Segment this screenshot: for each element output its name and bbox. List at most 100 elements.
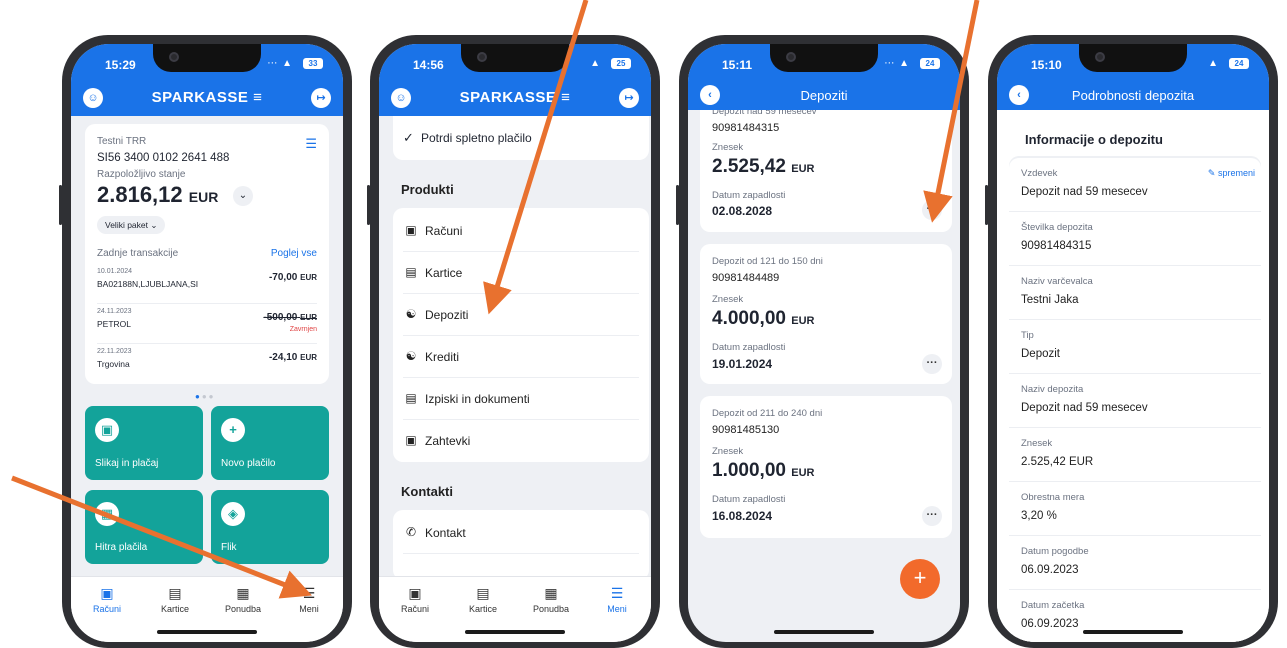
loan-icon: ☯ — [405, 349, 417, 363]
money-bag-icon: ☯ — [405, 307, 417, 321]
grid-icon: ▦ — [544, 585, 558, 601]
plus-icon: + — [221, 418, 245, 442]
transaction-row[interactable]: 10.01.2024 BA02188N,LJUBLJANA,SI -70,00 … — [97, 268, 317, 304]
scan-pay-tile[interactable]: ▣ Slikaj in plačaj — [85, 406, 203, 480]
detail-interest-rate: Obrestna mera 3,20 % — [1009, 482, 1261, 536]
battery-icon: 24 — [920, 58, 940, 69]
deposit-card[interactable]: Depozit od 121 do 150 dni 90981484489 Zn… — [700, 244, 952, 384]
transaction-row[interactable]: 24.11.2023 PETROL -500,00 EUR Zavrnjen — [97, 308, 317, 344]
status-time: 15:11 — [722, 58, 753, 72]
page-indicator: ●●● — [195, 392, 216, 401]
tab-offers[interactable]: ▦ Ponudba — [215, 585, 271, 614]
logout-icon[interactable]: ↦ — [619, 88, 639, 108]
tab-accounts[interactable]: ▣ Računi — [387, 585, 443, 614]
menu-item-statements[interactable]: ▤ Izpiski in dokumenti — [403, 378, 639, 420]
menu-item-requests[interactable]: ▣ Zahtevki — [403, 420, 639, 462]
notch — [461, 44, 569, 72]
deposit-card[interactable]: Depozit nad 59 mesecev 90981484315 Znese… — [700, 96, 952, 232]
phone-home: 15:29 ⋯ ▲ 33 ☺ SPARKASSE ≡ ↦ Testni TRR … — [59, 35, 352, 648]
notch — [153, 44, 261, 72]
menu-item-contact[interactable]: ✆ Kontakt — [403, 512, 639, 554]
products-list: ▣ Računi ▤ Kartice ☯ Depoziti ☯ Krediti ▤ Izp… — [393, 208, 649, 462]
tab-menu[interactable]: ☰ Meni — [281, 585, 337, 614]
more-options-icon[interactable]: ··· — [922, 506, 942, 526]
flik-tile[interactable]: ◈ Flik — [211, 490, 329, 564]
detail-type: Tip Depozit — [1009, 320, 1261, 374]
deposit-details-screen: 15:10 ▲ 24 ‹ Podrobnosti depozita Inform… — [997, 44, 1269, 642]
products-heading: Produkti — [401, 182, 454, 197]
view-all-link[interactable]: Poglej vse — [271, 248, 317, 259]
deposit-amount: 2.525,42 EUR — [712, 156, 815, 177]
deposit-name: Depozit od 211 do 240 dni — [712, 408, 823, 419]
recent-label: Zadnje transakcije — [97, 248, 179, 259]
deposit-amount: 4.000,00 EUR — [712, 308, 815, 329]
menu-screen: 14:56 ▲ 25 ☺ SPARKASSE ≡ ↦ ✓ Potrdi sple… — [379, 44, 651, 642]
app-header: ☺ SPARKASSE ≡ ↦ — [71, 82, 343, 116]
chevron-down-icon[interactable]: ⌄ — [233, 186, 253, 206]
notch — [770, 44, 878, 72]
deposit-number: 90981484315 — [712, 122, 780, 134]
tile-label: Flik — [221, 542, 237, 553]
quick-payments-tile[interactable]: ▦ Hitra plačila — [85, 490, 203, 564]
balance-amount: 2.816,12 EUR — [97, 182, 219, 207]
amount-label: Znesek — [712, 142, 744, 153]
detail-contract-date: Datum pogodbe 06.09.2023 — [1009, 536, 1261, 590]
accounts-icon: ▣ — [100, 585, 114, 601]
logout-icon[interactable]: ↦ — [311, 88, 331, 108]
page-title: Depoziti — [800, 88, 848, 103]
balance-label: Razpoložljivo stanje — [97, 169, 186, 180]
home-indicator — [774, 630, 874, 634]
transaction-amount: -500,00 EUR — [263, 312, 317, 323]
accounts-icon: ▣ — [408, 585, 422, 601]
deposit-card[interactable]: Depozit od 211 do 240 dni 90981485130 Zn… — [700, 396, 952, 538]
edit-nickname-button[interactable]: ✎ spremeni — [1208, 168, 1255, 179]
card-icon: ▤ — [405, 265, 417, 279]
more-options-icon[interactable]: ··· — [922, 200, 942, 220]
home-screen: 15:29 ⋯ ▲ 33 ☺ SPARKASSE ≡ ↦ Testni TRR … — [71, 44, 343, 642]
due-date: 16.08.2024 — [712, 509, 773, 523]
transaction-amount: -70,00 EUR — [268, 272, 317, 283]
home-indicator — [1083, 630, 1183, 634]
detail-deposit-name: Naziv depozita Depozit nad 59 mesecev — [1009, 374, 1261, 428]
tile-label: Novo plačilo — [221, 458, 276, 469]
menu-item-deposits[interactable]: ☯ Depoziti — [403, 294, 639, 336]
wifi-icon: ⋯ ▲ — [267, 58, 293, 69]
amount-label: Znesek — [712, 294, 744, 305]
flik-icon: ◈ — [221, 502, 245, 526]
menu-item-accounts[interactable]: ▣ Računi — [403, 210, 639, 252]
detail-saver-name: Naziv varčevalca Testni Jaka — [1009, 266, 1261, 320]
account-iban: SI56 3400 0102 2641 488 — [97, 152, 230, 164]
confirm-payment-item[interactable]: ✓ Potrdi spletno plačilo — [393, 116, 649, 160]
menu-item-cards[interactable]: ▤ Kartice — [403, 252, 639, 294]
menu-icon[interactable]: ☰ — [305, 136, 317, 152]
detail-deposit-number: Številka depozita 90981484315 — [1009, 212, 1261, 266]
battery-icon: 33 — [303, 58, 323, 69]
home-indicator — [157, 630, 257, 634]
transaction-amount: -24,10 EUR — [268, 352, 317, 363]
status-time: 15:29 — [105, 58, 136, 72]
phone-icon: ✆ — [405, 525, 417, 539]
more-options-icon[interactable]: ··· — [922, 354, 942, 374]
new-payment-tile[interactable]: + Novo plačilo — [211, 406, 329, 480]
detail-nickname: Vzdevek Depozit nad 59 mesecev ✎ spremen… — [1009, 158, 1261, 212]
battery-icon: 24 — [1229, 58, 1249, 69]
detail-start-date: Datum začetka 06.09.2023 — [1009, 590, 1261, 642]
tab-cards[interactable]: ▤ Kartice — [455, 585, 511, 614]
add-deposit-button[interactable]: + — [900, 559, 940, 599]
deposit-name: Depozit od 121 do 150 dni — [712, 256, 823, 267]
amount-label: Znesek — [712, 446, 744, 457]
tab-cards[interactable]: ▤ Kartice — [147, 585, 203, 614]
menu-icon: ☰ — [610, 585, 624, 601]
due-label: Datum zapadlosti — [712, 494, 786, 505]
tab-accounts[interactable]: ▣ Računi — [79, 585, 135, 614]
transaction-row[interactable]: 22.11.2023 Trgovina -24,10 EUR — [97, 348, 317, 378]
tab-menu[interactable]: ☰ Meni — [589, 585, 645, 614]
menu-icon: ☰ — [302, 585, 316, 601]
check-icon: ✓ — [403, 130, 414, 145]
account-card[interactable]: Testni TRR ☰ SI56 3400 0102 2641 488 Raz… — [85, 124, 329, 384]
package-chip[interactable]: Veliki paket ⌄ — [97, 216, 166, 234]
tab-offers[interactable]: ▦ Ponudba — [523, 585, 579, 614]
menu-item-loans[interactable]: ☯ Krediti — [403, 336, 639, 378]
contacts-heading: Kontakti — [401, 484, 453, 499]
notch — [1079, 44, 1187, 72]
